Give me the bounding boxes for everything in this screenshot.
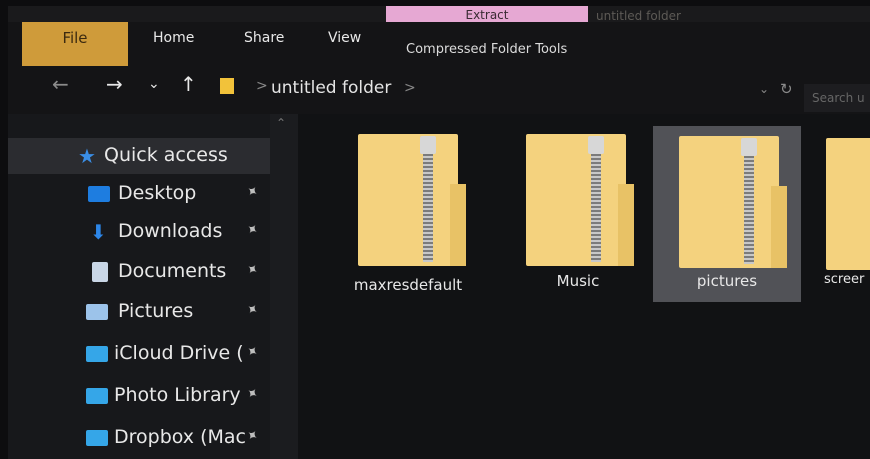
- navigation-row: ← → ⌄ ↑ > untitled folder > ⌄ ↻ Search u: [8, 66, 870, 114]
- zip-folder-icon: [526, 134, 636, 266]
- sidebar-item-label: Pictures: [118, 300, 194, 322]
- sidebar-item-label: Photo Library: [114, 384, 241, 406]
- zip-folder-icon: [358, 134, 468, 266]
- file-name: pictures: [696, 272, 758, 290]
- file-list: maxresdefault Music pictures screer: [298, 114, 870, 459]
- sidebar-item-label: iCloud Drive (: [114, 342, 244, 364]
- file-item-maxresdefault[interactable]: maxresdefault: [336, 126, 481, 294]
- navigation-pane: ⌃ ★ Quick access Desktop ✦ ⬇ Downloads ✦…: [8, 114, 298, 459]
- pin-icon[interactable]: ✦: [242, 220, 261, 240]
- chevron-down-icon: ⌄: [148, 76, 160, 92]
- address-bar[interactable]: > untitled folder > ⌄ ↻: [214, 70, 794, 104]
- zip-folder-icon: [679, 136, 789, 268]
- pin-icon[interactable]: ✦: [242, 384, 261, 404]
- zip-folder-icon: [826, 138, 870, 270]
- sidebar-item-label: Documents: [118, 260, 227, 282]
- tab-share[interactable]: Share: [244, 30, 284, 46]
- sidebar-item-dropbox[interactable]: Dropbox (Mac ✦: [8, 420, 270, 456]
- file-item-screenshots[interactable]: screer: [818, 126, 870, 291]
- sidebar-item-pictures[interactable]: Pictures ✦: [8, 294, 270, 330]
- sidebar-item-label: Quick access: [104, 144, 228, 166]
- explorer-window: Extract untitled folder File Home Share …: [8, 6, 870, 459]
- breadcrumb-separator[interactable]: >: [404, 80, 416, 96]
- tab-home[interactable]: Home: [153, 30, 194, 46]
- tab-view[interactable]: View: [328, 30, 361, 46]
- search-placeholder: Search u: [812, 91, 865, 105]
- address-history-chevron-icon[interactable]: ⌄: [759, 82, 769, 96]
- folder-icon: [86, 346, 108, 362]
- sidebar-item-label: Dropbox (Mac: [114, 426, 246, 448]
- pictures-icon: [86, 304, 108, 320]
- forward-button[interactable]: →: [106, 72, 123, 96]
- pin-icon[interactable]: ✦: [242, 182, 261, 202]
- file-name: maxresdefault: [353, 276, 463, 294]
- pin-icon[interactable]: ✦: [242, 260, 261, 280]
- pin-icon[interactable]: ✦: [242, 300, 261, 320]
- sidebar-item-downloads[interactable]: ⬇ Downloads ✦: [8, 214, 270, 250]
- window-title: untitled folder: [596, 9, 681, 23]
- folder-icon: [220, 78, 234, 94]
- tab-compressed-folder-tools[interactable]: Compressed Folder Tools: [406, 42, 567, 57]
- breadcrumb-separator[interactable]: >: [256, 78, 268, 94]
- file-item-pictures[interactable]: pictures: [653, 126, 801, 302]
- sidebar-item-label: Downloads: [118, 220, 223, 242]
- sidebar-item-quick-access[interactable]: ★ Quick access: [8, 138, 270, 174]
- sidebar-item-icloud-drive[interactable]: iCloud Drive ( ✦: [8, 336, 270, 372]
- refresh-icon[interactable]: ↻: [780, 80, 793, 98]
- scroll-up-icon[interactable]: ⌃: [276, 116, 286, 130]
- tab-file[interactable]: File: [22, 22, 128, 66]
- ribbon: File Home Share View Compressed Folder T…: [8, 22, 870, 66]
- folder-icon: [86, 430, 108, 446]
- back-button[interactable]: ←: [52, 72, 69, 96]
- file-item-music[interactable]: Music: [506, 126, 651, 291]
- sidebar-scrollbar[interactable]: [270, 114, 298, 459]
- breadcrumb-untitled-folder[interactable]: untitled folder: [271, 78, 391, 98]
- arrow-right-icon: →: [106, 72, 123, 96]
- sidebar-item-label: Desktop: [118, 182, 197, 204]
- arrow-left-icon: ←: [52, 72, 69, 96]
- arrow-up-icon: ↑: [180, 72, 197, 96]
- up-button[interactable]: ↑: [180, 72, 197, 96]
- recent-locations-button[interactable]: ⌄: [148, 76, 160, 92]
- sidebar-item-desktop[interactable]: Desktop ✦: [8, 176, 270, 212]
- folder-icon: [86, 388, 108, 404]
- desktop-icon: [88, 186, 110, 202]
- download-icon: ⬇: [90, 220, 107, 244]
- file-name: screer: [824, 272, 865, 287]
- pin-icon[interactable]: ✦: [242, 342, 261, 362]
- star-icon: ★: [78, 144, 96, 168]
- documents-icon: [92, 262, 108, 282]
- sidebar-item-documents[interactable]: Documents ✦: [8, 254, 270, 290]
- sidebar-item-photo-library[interactable]: Photo Library ✦: [8, 378, 270, 414]
- file-name: Music: [556, 272, 600, 290]
- search-box[interactable]: Search u: [804, 84, 870, 112]
